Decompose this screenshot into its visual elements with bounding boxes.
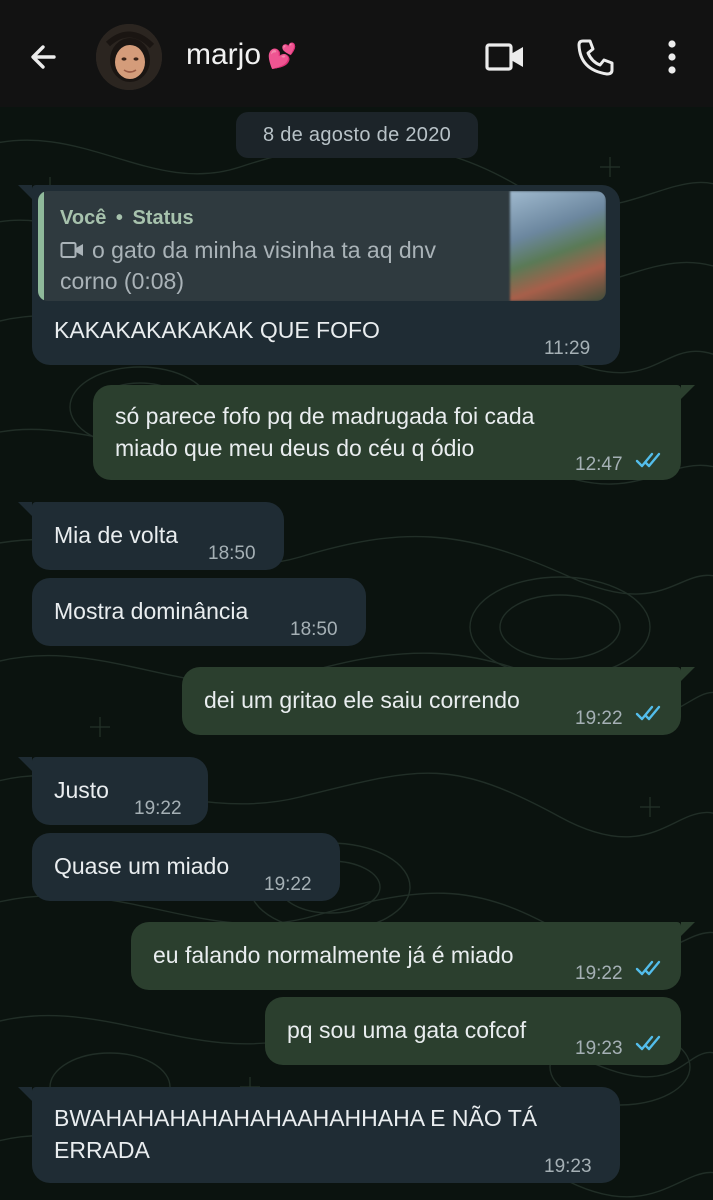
quote-line-2: corno (0:08) (60, 268, 185, 294)
message-text: pq sou uma gata cofcof (287, 1017, 527, 1043)
message-time: 19:23 (544, 1156, 592, 1177)
message-bubble-outgoing[interactable]: eu falando normalmente já é miado 19:22 (131, 922, 695, 990)
message-time: 19:23 (575, 1038, 623, 1059)
heart-emoji: 💕 (267, 43, 297, 70)
message-time: 12:47 (575, 454, 623, 475)
video-icon (60, 242, 83, 258)
message-text: eu falando normalmente já é miado (153, 942, 514, 968)
message-text: Quase um miado (54, 853, 230, 879)
message-bubble-incoming[interactable]: BWAHAHAHAHAHAHAAHAHHAHA E NÃO TÁ ERRADA … (18, 1087, 620, 1183)
arrow-left-icon[interactable] (24, 36, 66, 78)
quote-text-line-1: o gato da minha visinha ta aq dnv (92, 237, 436, 263)
message-bubble-outgoing[interactable]: pq sou uma gata cofcof 19:23 (265, 997, 681, 1065)
message-time: 19:22 (134, 798, 182, 819)
message-text-line-1: BWAHAHAHAHAHAHAAHAHHAHA E NÃO TÁ (54, 1105, 538, 1131)
read-receipt-icon (635, 705, 661, 721)
message-time: 19:22 (264, 874, 312, 895)
message-bubble-incoming[interactable]: Mostra dominância 18:50 (32, 578, 366, 646)
message-text-line-2: ERRADA (54, 1137, 150, 1163)
read-receipt-icon (635, 452, 661, 468)
message-time: 19:22 (575, 708, 623, 729)
message-time: 18:50 (290, 619, 338, 640)
phone-icon[interactable] (574, 36, 616, 78)
read-receipt-icon (635, 1035, 661, 1051)
status-thumbnail (510, 191, 606, 301)
quote-author: Você • Status (60, 203, 194, 234)
quoted-status-reply[interactable]: Você • Status o gato da minha visinha ta… (38, 191, 606, 301)
quote-line-1: o gato da minha visinha ta aq dnv (60, 235, 436, 266)
message-bubble-incoming[interactable]: Justo 19:22 (18, 757, 208, 825)
message-time: 11:29 (544, 338, 591, 359)
quote-author-name: Você (60, 207, 107, 229)
chat-header: marjo 💕 (0, 0, 713, 107)
message-text: Mia de volta (54, 522, 179, 548)
contact-avatar[interactable] (96, 24, 162, 90)
video-call-icon[interactable] (484, 36, 526, 78)
read-receipt-icon (635, 960, 661, 976)
message-time: 18:50 (208, 543, 256, 564)
message-bubble-incoming[interactable]: Quase um miado 19:22 (32, 833, 340, 901)
message-bubble-incoming[interactable]: Você • Status o gato da minha visinha ta… (18, 185, 620, 365)
contact-name[interactable]: marjo 💕 (186, 38, 297, 72)
message-text: Mostra dominância (54, 598, 249, 624)
message-time: 19:22 (575, 963, 623, 984)
date-chip: 8 de agosto de 2020 (236, 112, 478, 158)
more-vert-icon[interactable] (652, 36, 692, 78)
message-text: Justo (54, 777, 109, 803)
message-bubble-outgoing[interactable]: só parece fofo pq de madrugada foi cada … (93, 385, 695, 480)
message-bubble-outgoing[interactable]: dei um gritao ele saiu correndo 19:22 (182, 667, 695, 735)
quote-separator: • (115, 207, 123, 229)
quote-accent-bar (38, 191, 44, 301)
message-bubble-incoming[interactable]: Mia de volta 18:50 (18, 502, 284, 570)
contact-name-text: marjo (186, 38, 262, 71)
message-text: dei um gritao ele saiu correndo (204, 687, 520, 713)
quote-source: Status (132, 207, 194, 229)
message-text-line-2: miado que meu deus do céu q ódio (115, 435, 475, 461)
message-text: KAKAKAKAKAKAK QUE FOFO (54, 317, 380, 343)
message-text-line-1: só parece fofo pq de madrugada foi cada (115, 403, 535, 429)
